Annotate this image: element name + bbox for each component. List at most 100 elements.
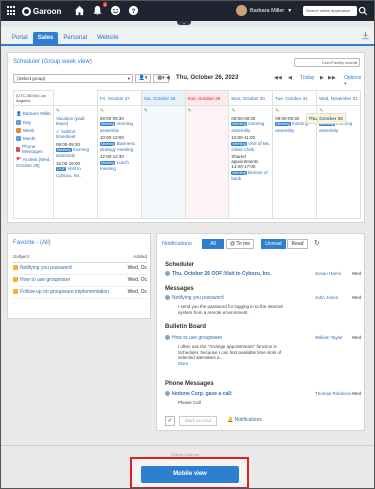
tab-website[interactable]: Website [92, 32, 124, 44]
day-cell-thu[interactable]: ✎ Vacation (paid leave) ✓ Submit timeshe… [53, 105, 98, 219]
notification-sender[interactable]: Thomas Robinson [315, 391, 352, 396]
today-button[interactable]: Today [300, 75, 315, 81]
day-header-sun[interactable]: Sun, October 29 [184, 90, 230, 106]
header-collapse-handle[interactable]: ⌄ [177, 21, 191, 25]
user-link-phone-messages[interactable]: Phone Messages [16, 144, 51, 154]
tab-portal[interactable]: Portal [7, 32, 33, 44]
notification-title[interactable]: How to use groupware [172, 335, 222, 341]
user-menu[interactable]: Barbara Miller ▼ [236, 5, 292, 16]
favorite-row[interactable]: Follow-up on groupware implementation Wed… [13, 289, 147, 299]
event-item[interactable]: 10:00-13:00 Meeting Business strategy mee… [99, 135, 139, 152]
favorite-row[interactable]: Notifying you password Wed, Oc [13, 265, 147, 275]
group-select[interactable]: (Select group) ▾ [13, 74, 133, 83]
event-item[interactable]: 12:00-12:30 Meeting Lunch meeting [99, 154, 139, 171]
scheduler-title[interactable]: Scheduler (Group week view) [13, 59, 92, 65]
event-item[interactable]: 09:00-09:30Meeting morning assembly [231, 116, 270, 133]
prev-day-arrow[interactable]: ◀ [288, 75, 292, 81]
add-appointment-icon[interactable]: ✎ [231, 108, 270, 114]
event-title[interactable]: Submit timesheet [56, 129, 76, 139]
notifications-link[interactable]: 🔔 Notifications [227, 417, 262, 423]
day-cell-mon[interactable]: ✎ 09:00-09:30 Meeting morning assembly 10… [228, 105, 274, 219]
favorite-title[interactable]: Favorite - (All) [13, 240, 51, 246]
options-menu[interactable]: Options ▾ [344, 75, 364, 87]
user-select-button[interactable]: 👤▾ [135, 74, 151, 83]
notification-title[interactable]: Notifying you password [172, 295, 224, 301]
add-appointment-icon[interactable]: ✎ [100, 108, 139, 114]
select-all-checkbox[interactable]: ✓ [165, 416, 175, 426]
day-header-sat[interactable]: Sat, October 28 [140, 90, 186, 106]
favorite-subject[interactable]: Follow-up on groupware implementation [20, 289, 109, 295]
favorite-subject[interactable]: How to use groupware [20, 277, 70, 283]
mobile-view-button[interactable]: Mobile view [141, 466, 239, 483]
event-item[interactable]: 14:00-17:00 Meeting kintone of bank [231, 164, 270, 181]
notification-sender[interactable]: William Taylor [315, 335, 343, 340]
day-cell-sat[interactable]: ✎ [140, 105, 186, 219]
event-item[interactable]: 09:00-09:30Meeting morning assembly [56, 142, 95, 159]
filter-all[interactable]: All [202, 239, 224, 249]
event-item[interactable]: ✓ Submit timesheet [56, 129, 95, 140]
tab-personal[interactable]: Personal [58, 32, 92, 44]
user-link-month[interactable]: Month [16, 136, 51, 141]
filter-unread[interactable]: Unread [261, 239, 286, 249]
download-icon[interactable] [361, 31, 370, 40]
garoon-logo-mark [22, 6, 31, 16]
event-title[interactable]: Vacation (paid leave) [56, 116, 84, 126]
event-tag: Meeting [99, 141, 116, 146]
notification-body: I often use the "Arrange appointments" f… [178, 344, 296, 366]
presence-status[interactable]: 🚩 At desk [Wed, October 25] [16, 157, 51, 168]
search-icon[interactable]: ⌕ [355, 60, 357, 65]
event-item[interactable]: Vacation (paid leave) [56, 116, 95, 127]
app-menu-icon[interactable] [7, 6, 17, 16]
event-item[interactable]: 09:00-09:30Meeting morning assembly [99, 116, 139, 133]
prev-week-arrow[interactable]: ◀ [166, 75, 170, 81]
add-appointment-icon[interactable]: ✎ [188, 108, 227, 114]
garoon-logo[interactable]: Garoon [22, 6, 61, 16]
favorite-row[interactable]: How to use groupware Wed, Oc [13, 277, 147, 287]
notifications-title[interactable]: Notifications [162, 241, 192, 247]
day-header-fri[interactable]: Fri, October 27 [96, 90, 142, 106]
add-appointment-icon[interactable]: ✎ [56, 108, 95, 114]
mark-as-read-button[interactable]: Mark as read [179, 416, 217, 426]
day-header-tue[interactable]: Tue, October 31 [272, 90, 318, 106]
event-time: 09:00-09:30 [56, 141, 81, 147]
more-link[interactable]: More [178, 361, 188, 366]
event-item[interactable]: 10:00-11:00 Meeting Visit of Ms. Olivia C… [231, 135, 270, 152]
bell-icon[interactable]: 4 [92, 2, 107, 16]
next-day-arrow[interactable]: ▶ [320, 75, 324, 81]
presence-icon[interactable] [110, 5, 121, 16]
header-search-input[interactable]: Search within application [303, 6, 357, 16]
facility-search-placeholder: User/Facility search [321, 60, 357, 65]
notification-item[interactable]: Thu, October 26 OOF:Visit to Cybozu, Inc… [165, 271, 361, 277]
notification-item[interactable]: Notifying you password John Jones Wed [165, 295, 361, 301]
day-header-thu[interactable]: Thu, October 26 [305, 112, 346, 124]
notification-item[interactable]: How to use groupware William Taylor Wed [165, 335, 361, 341]
notification-title[interactable]: kintone Corp. gave a call: [172, 391, 233, 397]
filter-to-me[interactable]: @ To me [226, 239, 254, 249]
filter-read[interactable]: Read [287, 239, 308, 249]
notification-sender[interactable]: Susan Harris [315, 271, 341, 276]
help-icon[interactable]: ? [128, 5, 139, 16]
next-week-double-arrow[interactable]: ▶▶ [328, 75, 336, 81]
refresh-icon[interactable]: ↻ [314, 239, 322, 248]
event-time: 09:00-09:30 [275, 116, 300, 121]
add-appointment-icon[interactable]: ✎ [144, 108, 183, 114]
event-item[interactable]: 15:00-16:00 OOF Visit to Cybozu, Inc. [56, 161, 95, 178]
user-name: Barbara Miller [250, 7, 285, 14]
day-header-mon[interactable]: Mon, October 30 [228, 90, 274, 106]
notification-sender[interactable]: John Jones [315, 295, 338, 300]
day-cell-fri[interactable]: ✎ 09:00-09:30 Meeting morning assembly 10… [96, 105, 142, 219]
user-link-week[interactable]: Week [16, 128, 51, 133]
day-cell-sun[interactable]: ✎ [184, 105, 230, 219]
home-icon[interactable] [74, 5, 85, 16]
favorite-subject[interactable]: Notifying you password [20, 265, 72, 271]
day-header-wed[interactable]: Wed, November 01 [316, 90, 361, 106]
search-icon[interactable] [358, 6, 368, 16]
prev-week-double-arrow[interactable]: ◀◀ [274, 75, 282, 81]
schedule-user-name[interactable]: 👤 Barbara Miller [16, 111, 51, 117]
tab-sales[interactable]: Sales [32, 32, 59, 44]
user-link-day[interactable]: Day [16, 120, 51, 125]
chevron-down-icon: ▼ [287, 7, 293, 14]
notification-title[interactable]: Thu, October 26 OOF:Visit to Cybozu, Inc… [172, 271, 271, 277]
facility-search-input[interactable]: User/Facility search ⌕ [294, 58, 360, 67]
notification-item[interactable]: kintone Corp. gave a call: Thomas Robins… [165, 391, 361, 397]
